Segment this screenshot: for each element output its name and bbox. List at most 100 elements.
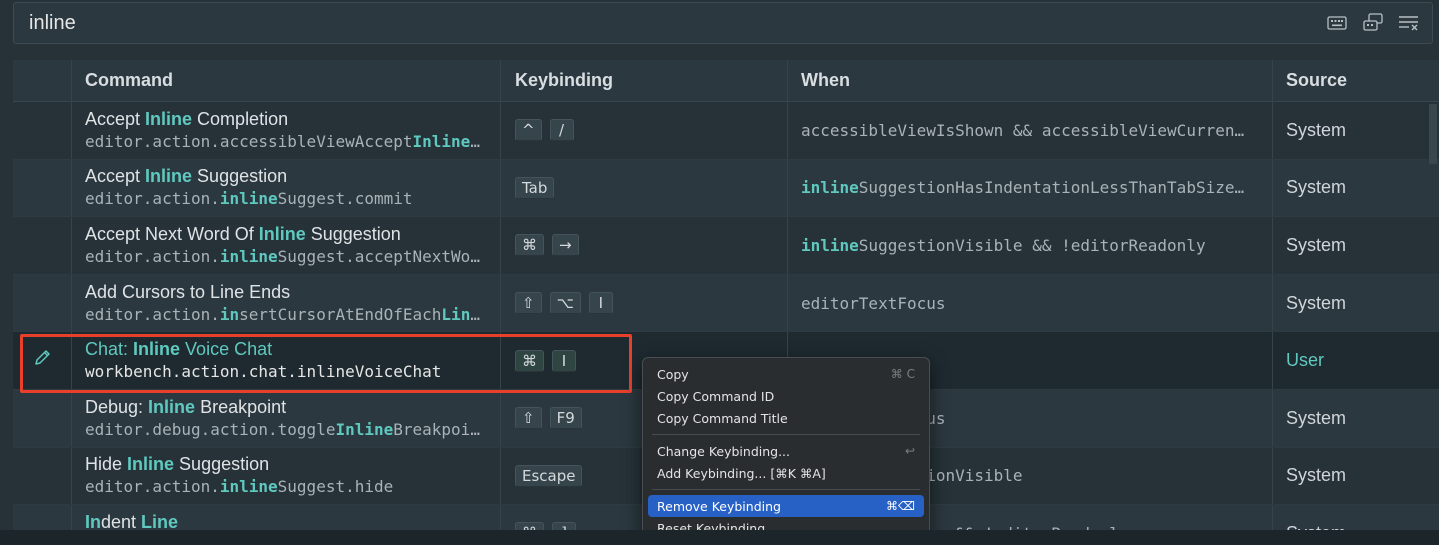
menu-item[interactable]: Copy ⌘ C bbox=[648, 363, 924, 385]
text-segment: Suggestion bbox=[305, 223, 401, 244]
row-gutter bbox=[13, 332, 72, 389]
menu-item-label: Add Keybinding... [⌘K ⌘A] bbox=[657, 465, 826, 481]
match-highlight: Lin bbox=[441, 304, 471, 324]
header-gutter bbox=[13, 60, 72, 101]
text-segment: Breakpoi… bbox=[393, 419, 480, 439]
table-row[interactable]: Add Cursors to Line Ends editor.action.in… bbox=[13, 274, 1439, 333]
text-segment: dent bbox=[101, 511, 142, 532]
match-highlight: Inline bbox=[145, 166, 193, 187]
header-command[interactable]: Command bbox=[72, 60, 501, 101]
menu-item-shortcut: ↩ bbox=[904, 444, 915, 458]
command-cell[interactable]: Hide Inline Suggestion editor.action.inli… bbox=[72, 447, 501, 505]
when-clause: inlineSuggestionVisible && !editorReadon… bbox=[801, 236, 1206, 255]
text-segment: … bbox=[470, 304, 480, 324]
source-cell[interactable]: System bbox=[1273, 275, 1439, 332]
match-highlight: in bbox=[219, 304, 240, 324]
text-segment: editor.action. bbox=[85, 189, 220, 209]
text-segment: Voice Chat bbox=[180, 339, 273, 360]
scrollbar[interactable] bbox=[1429, 104, 1437, 164]
table-row[interactable]: Accept Inline Completion editor.action.ac… bbox=[13, 102, 1439, 160]
menu-item-label: Copy Command Title bbox=[657, 410, 788, 426]
header-source[interactable]: Source bbox=[1273, 60, 1439, 101]
key-cap: Tab bbox=[515, 176, 555, 199]
source-cell[interactable]: User bbox=[1273, 332, 1439, 389]
key-cap: ⌘ bbox=[515, 349, 544, 372]
key-cap: Escape bbox=[515, 464, 583, 487]
text-segment: SuggestionVisible && !editorReadonly bbox=[858, 235, 1206, 255]
match-highlight: Inline bbox=[127, 454, 175, 475]
text-segment: Suggestion bbox=[174, 454, 270, 475]
command-title: Accept Inline Completion bbox=[85, 108, 500, 131]
menu-item[interactable]: Change Keybinding... ↩ bbox=[648, 440, 924, 462]
text-segment: Breakpoint bbox=[195, 396, 287, 417]
match-highlight: Inline bbox=[148, 396, 196, 417]
match-highlight: inline bbox=[219, 246, 278, 266]
header-when[interactable]: When bbox=[788, 60, 1273, 101]
text-segment: Suggestion bbox=[192, 166, 288, 187]
command-title: Accept Inline Suggestion bbox=[85, 165, 500, 188]
clear-filter-icon[interactable] bbox=[1398, 13, 1420, 33]
search-input[interactable] bbox=[14, 3, 1294, 43]
key-cap: ^ bbox=[515, 119, 542, 142]
source-cell[interactable]: System bbox=[1273, 217, 1439, 274]
command-cell[interactable]: Debug: Inline Breakpoint editor.debug.act… bbox=[72, 389, 501, 447]
command-id: editor.action.insertCursorAtEndOfEachLin… bbox=[85, 304, 500, 326]
text-segment: editor.debug.action.toggle bbox=[85, 419, 336, 439]
key-cap: I bbox=[588, 292, 613, 315]
row-gutter bbox=[13, 159, 72, 217]
keybinding-cell[interactable]: ^ / bbox=[501, 102, 788, 159]
menu-item-shortcut: ⌘⌫ bbox=[886, 499, 915, 513]
command-title: Accept Next Word Of Inline Suggestion bbox=[85, 223, 500, 246]
keyboard-icon[interactable] bbox=[1326, 13, 1348, 33]
menu-item-label: Remove Keybinding bbox=[657, 498, 781, 514]
text-segment: Hide bbox=[85, 454, 128, 475]
command-title: Hide Inline Suggestion bbox=[85, 453, 500, 476]
table-row[interactable]: Accept Inline Suggestion editor.action. in… bbox=[13, 159, 1439, 218]
command-id: workbench.action.chat.inlineVoiceChat bbox=[85, 361, 500, 383]
menu-item[interactable]: Remove Keybinding ⌘⌫ bbox=[648, 495, 924, 517]
key-cap: / bbox=[549, 119, 574, 142]
record-keys-icon[interactable] bbox=[1362, 13, 1384, 33]
text-segment: accessibleViewIsShown && accessibleViewC… bbox=[801, 120, 1245, 140]
command-cell[interactable]: Accept Inline Suggestion editor.action.in… bbox=[72, 159, 501, 217]
text-segment: Chat: bbox=[85, 339, 134, 360]
menu-item[interactable]: Copy Command ID bbox=[648, 385, 924, 407]
when-cell[interactable]: inlineSuggestionVisible && !editorReadon… bbox=[788, 217, 1273, 274]
source-cell[interactable]: System bbox=[1273, 102, 1439, 159]
text-segment: workbench.action.chat.inlineVoiceChat bbox=[85, 362, 442, 382]
keybinding-cell[interactable]: ⇧ ⌥ I bbox=[501, 274, 788, 332]
menu-item[interactable]: Add Keybinding... [⌘K ⌘A] bbox=[648, 462, 924, 484]
key-cap: ⌘ bbox=[515, 234, 544, 257]
keybinding-cell[interactable]: Tab bbox=[501, 159, 788, 217]
when-cell[interactable]: editorTextFocus bbox=[788, 274, 1273, 332]
when-cell[interactable]: accessibleViewIsShown && accessibleViewC… bbox=[788, 102, 1273, 159]
match-highlight: Inline bbox=[133, 339, 181, 360]
when-cell[interactable]: inlineSuggestionHasIndentationLessThanTa… bbox=[788, 159, 1273, 217]
edit-pencil-icon[interactable] bbox=[32, 348, 52, 373]
menu-item-label: Copy bbox=[657, 366, 689, 382]
source-cell[interactable]: System bbox=[1273, 390, 1439, 447]
command-id: editor.action.inlineSuggest.hide bbox=[85, 476, 500, 498]
command-cell[interactable]: Chat: Inline Voice Chat workbench.action.… bbox=[72, 332, 501, 389]
command-cell[interactable]: Accept Next Word Of Inline Suggestion edi… bbox=[72, 217, 501, 274]
command-title: Add Cursors to Line Ends bbox=[85, 281, 500, 304]
row-gutter bbox=[13, 274, 72, 332]
source-cell[interactable]: System bbox=[1273, 448, 1439, 505]
table-row[interactable]: Accept Next Word Of Inline Suggestion edi… bbox=[13, 217, 1439, 275]
menu-item[interactable]: Copy Command Title bbox=[648, 407, 924, 429]
source-cell[interactable]: System bbox=[1273, 160, 1439, 217]
text-segment: SuggestionHasIndentationLessThanTabSize… bbox=[858, 178, 1245, 198]
when-clause: editorTextFocus bbox=[801, 294, 946, 313]
command-cell[interactable]: Accept Inline Completion editor.action.ac… bbox=[72, 102, 501, 159]
keybinding-cell[interactable]: ⌘ → bbox=[501, 217, 788, 274]
match-highlight: inline bbox=[801, 235, 859, 255]
command-cell[interactable]: Add Cursors to Line Ends editor.action.in… bbox=[72, 274, 501, 332]
text-segment: Debug: bbox=[85, 396, 149, 417]
match-highlight: Inline bbox=[258, 223, 306, 244]
row-gutter bbox=[13, 389, 72, 447]
context-menu: Copy ⌘ C Copy Command ID Copy Command Title… bbox=[642, 357, 930, 545]
header-keybinding[interactable]: Keybinding bbox=[501, 60, 788, 101]
text-segment: Accept bbox=[85, 166, 146, 187]
text-segment: Accept bbox=[85, 108, 146, 129]
text-segment: editor.action. bbox=[85, 477, 220, 497]
